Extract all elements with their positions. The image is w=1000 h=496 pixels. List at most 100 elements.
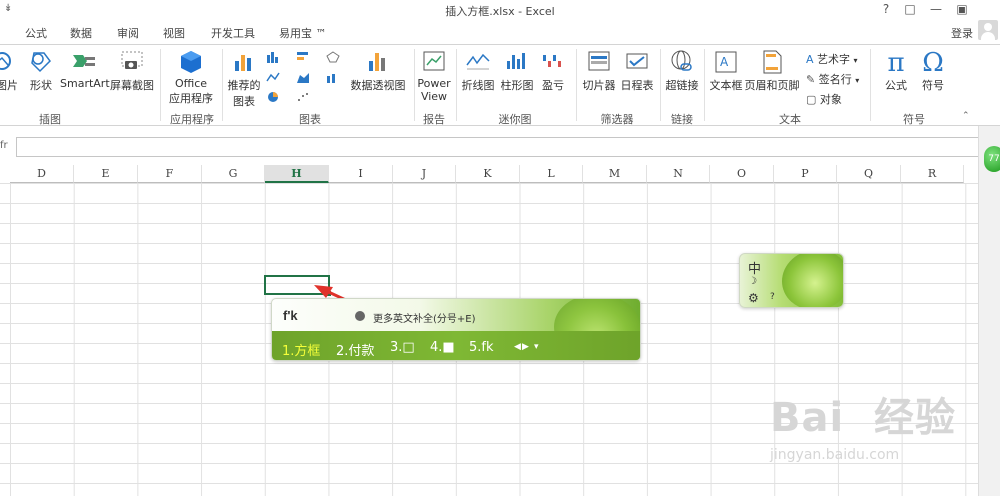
sparkline-column-button[interactable]: 柱形图 bbox=[499, 49, 535, 93]
pie-chart-icon[interactable] bbox=[266, 91, 280, 103]
login-link[interactable]: 登录 bbox=[951, 25, 973, 41]
ime-candidate-window[interactable]: f'k 更多英文补全(分号+E) 1.方框 2.付款 3.□ 4.■ 5.fk … bbox=[271, 298, 641, 361]
equation-button[interactable]: π 公式 bbox=[878, 49, 914, 93]
column-chart-icon[interactable] bbox=[266, 51, 280, 63]
help-button[interactable]: ? bbox=[876, 2, 896, 16]
screenshot-button[interactable]: 屏幕截图 bbox=[109, 49, 155, 93]
formula-input[interactable] bbox=[16, 137, 980, 157]
combo-chart-icon[interactable] bbox=[326, 71, 340, 83]
restore-button[interactable]: ▣ bbox=[952, 2, 972, 16]
column-header[interactable]: K bbox=[456, 165, 520, 183]
gear-icon[interactable]: ⚙ bbox=[748, 291, 759, 305]
column-header[interactable]: O bbox=[710, 165, 774, 183]
sparkline-line-button[interactable]: 折线图 bbox=[460, 49, 496, 93]
timeline-button[interactable]: 日程表 bbox=[618, 49, 656, 93]
powerview-label2: View bbox=[420, 90, 448, 103]
line-chart-icon[interactable] bbox=[266, 71, 280, 83]
collapse-ribbon-icon[interactable]: ⌃ bbox=[962, 111, 970, 121]
leaf-decoration-icon bbox=[782, 254, 843, 307]
active-cell[interactable] bbox=[264, 275, 332, 297]
formula-bar: fr bbox=[0, 136, 980, 158]
sparkline-winloss-icon bbox=[543, 55, 561, 67]
header-footer-icon bbox=[763, 50, 782, 74]
camera-icon bbox=[121, 51, 143, 69]
sparklines-group-label: 迷你图 bbox=[498, 113, 532, 126]
office-apps-label2: 应用程序 bbox=[169, 92, 213, 105]
moon-icon[interactable]: ☽ bbox=[748, 276, 757, 287]
header-footer-button[interactable]: 页眉和页脚 bbox=[744, 49, 800, 93]
sparkline-winloss-button[interactable]: 盈亏 bbox=[538, 49, 568, 93]
recommended-chart-icon bbox=[235, 55, 251, 71]
ribbon-divider bbox=[576, 49, 577, 121]
tab-review[interactable]: 审阅 bbox=[117, 25, 139, 41]
textbox-button[interactable]: A 文本框 bbox=[707, 49, 745, 93]
ime-hint[interactable]: 更多英文补全(分号+E) bbox=[373, 310, 476, 325]
scatter-chart-icon[interactable] bbox=[296, 91, 310, 103]
avatar[interactable] bbox=[978, 20, 998, 40]
ime-mode-toggle[interactable]: 中 bbox=[748, 258, 761, 277]
sparkline-winloss-label: 盈亏 bbox=[542, 79, 564, 92]
symbol-button[interactable]: Ω 符号 bbox=[916, 49, 950, 93]
tab-data[interactable]: 数据 bbox=[70, 25, 92, 41]
column-header[interactable]: Q bbox=[837, 165, 901, 183]
column-header[interactable]: L bbox=[520, 165, 583, 183]
screenshot-label: 屏幕截图 bbox=[110, 79, 154, 92]
ime-candidate[interactable]: 2.付款 bbox=[336, 340, 374, 359]
next-page-icon[interactable]: ▶ bbox=[522, 342, 532, 352]
picture-button[interactable]: 图片 bbox=[0, 49, 20, 93]
shapes-button[interactable]: 形状 bbox=[26, 49, 56, 93]
expand-icon[interactable]: ▾ bbox=[534, 342, 544, 352]
ime-candidate[interactable]: 4.■ bbox=[430, 340, 455, 355]
office-apps-label1: Office bbox=[174, 77, 208, 90]
column-header[interactable]: M bbox=[583, 165, 647, 183]
minimize-button[interactable]: — bbox=[926, 2, 946, 16]
slicer-button[interactable]: 切片器 bbox=[580, 49, 618, 93]
column-header[interactable]: P bbox=[774, 165, 837, 183]
bar-chart-icon[interactable] bbox=[296, 51, 310, 63]
office-store-icon bbox=[181, 51, 201, 73]
object-button[interactable]: ▢ 对象 bbox=[806, 91, 842, 107]
svg-text:A: A bbox=[720, 55, 729, 69]
apps-group-label: 应用程序 bbox=[170, 113, 214, 126]
tab-view[interactable]: 视图 bbox=[163, 25, 185, 41]
watermark-brand: Bai 经验 bbox=[770, 395, 957, 441]
ime-status-bar[interactable]: 中 ☽ ⚙ ? bbox=[739, 253, 844, 308]
ime-candidate[interactable]: 3.□ bbox=[390, 340, 415, 355]
baidu-watermark: Bai 经验 jingyan.baidu.com bbox=[770, 385, 990, 485]
symbol-label: 符号 bbox=[922, 79, 944, 92]
column-header-selected[interactable]: H bbox=[265, 165, 329, 183]
chevron-down-icon: ▾ bbox=[853, 56, 858, 65]
fx-icon[interactable]: fr bbox=[0, 140, 8, 151]
tab-easyuse[interactable]: 易用宝 ™ bbox=[279, 25, 327, 41]
slicer-icon bbox=[588, 51, 610, 71]
column-header[interactable]: I bbox=[329, 165, 393, 183]
smartart-button[interactable]: SmartArt bbox=[60, 49, 110, 90]
signature-line-button[interactable]: ✎ 签名行 ▾ bbox=[806, 71, 859, 87]
column-header[interactable]: N bbox=[647, 165, 710, 183]
column-header[interactable]: J bbox=[393, 165, 456, 183]
office-apps-button[interactable]: Office 应用程序 bbox=[163, 49, 219, 106]
ime-candidate-bar bbox=[272, 331, 640, 360]
ime-candidate[interactable]: 5.fk bbox=[469, 340, 494, 355]
area-chart-icon[interactable] bbox=[296, 71, 310, 83]
sparkline-line-icon bbox=[466, 53, 490, 70]
column-header[interactable]: F bbox=[138, 165, 202, 183]
ime-candidate[interactable]: 1.方框 bbox=[282, 340, 320, 359]
wordart-button[interactable]: A 艺术字 ▾ bbox=[806, 51, 858, 67]
column-header[interactable]: E bbox=[74, 165, 138, 183]
floating-badge[interactable]: 77 bbox=[984, 146, 1000, 172]
pivotchart-button[interactable]: 数据透视图 bbox=[350, 49, 406, 93]
hyperlink-button[interactable]: 超链接 bbox=[663, 49, 701, 93]
powerview-button[interactable]: Power View bbox=[416, 49, 452, 103]
tab-developer[interactable]: 开发工具 bbox=[211, 25, 255, 41]
ribbon-divider bbox=[704, 49, 705, 121]
column-header[interactable]: G bbox=[202, 165, 265, 183]
ribbon-display-button[interactable]: □ bbox=[900, 2, 920, 16]
column-header[interactable]: R bbox=[901, 165, 964, 183]
tab-formulas[interactable]: 公式 bbox=[25, 25, 47, 41]
ribbon-divider bbox=[160, 49, 161, 121]
recommended-charts-button[interactable]: 推荐的 图表 bbox=[226, 49, 262, 109]
radar-chart-icon[interactable] bbox=[326, 51, 340, 63]
help-icon[interactable]: ? bbox=[770, 292, 775, 302]
column-header[interactable]: D bbox=[10, 165, 74, 183]
